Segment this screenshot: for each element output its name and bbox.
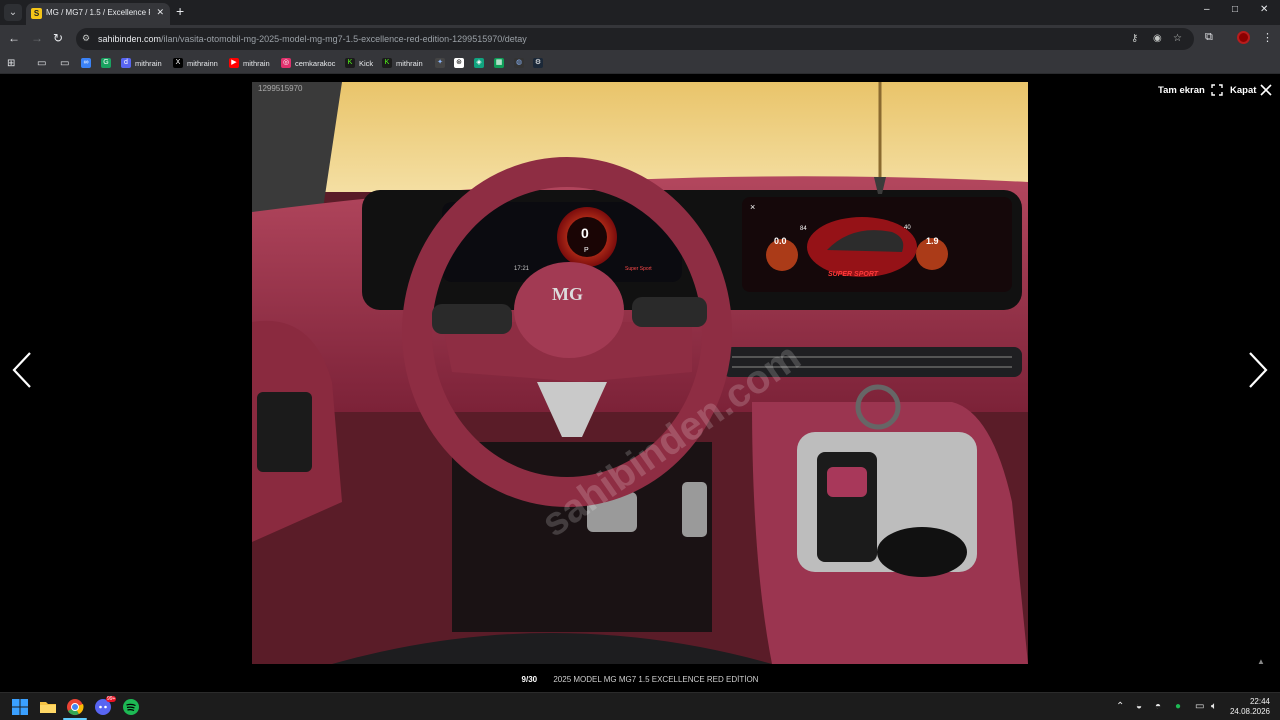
kick-icon: K bbox=[345, 58, 355, 68]
screen-top-left-value: 84 bbox=[800, 226, 807, 232]
gear-readout: P bbox=[584, 247, 589, 254]
site-info-icon[interactable]: ⚙ bbox=[82, 33, 93, 44]
network-icon[interactable]: ▭ bbox=[1195, 701, 1204, 712]
scroll-up-icon[interactable]: ▲ bbox=[1257, 657, 1265, 666]
maximize-button[interactable]: □ bbox=[1232, 4, 1238, 15]
x-icon: X bbox=[173, 58, 183, 68]
bookmarks-bar: ⊞ ▭ ▭ ∞ G d mithrain Xmithrainn ▶ mithrain… bbox=[0, 52, 1280, 74]
steam-tray-icon[interactable]: ◓ bbox=[1155, 701, 1161, 712]
discord-tray-icon[interactable]: ◒ bbox=[1136, 701, 1142, 712]
listing-title: 2025 MODEL MG MG7 1.5 EXCELLENCE RED EDİ… bbox=[553, 675, 759, 684]
photo-counter: 9/30 bbox=[521, 675, 538, 684]
apps-grid-icon[interactable]: ⊞ bbox=[7, 56, 15, 70]
discord-badge: 99+ bbox=[106, 696, 117, 702]
fullscreen-button[interactable]: Tam ekran bbox=[1158, 84, 1223, 96]
photo-id: 1299515970 bbox=[258, 84, 303, 93]
car-interior-image: MG 0 P 17:21 Super Sport 0.0 84 40 1.9 S… bbox=[252, 82, 1028, 664]
youtube-icon: ▶ bbox=[229, 58, 239, 68]
screen-right-value: 1.9 bbox=[926, 236, 939, 246]
volume-icon[interactable]: 🔈︎ bbox=[1211, 701, 1217, 712]
bookmark-item[interactable]: ◎ cemkarakoc bbox=[281, 56, 335, 70]
bookmark-star-icon[interactable]: ☆ bbox=[1173, 33, 1182, 44]
bookmark-item[interactable]: d mithrain bbox=[121, 56, 162, 70]
instagram-icon: ◎ bbox=[281, 58, 291, 68]
bookmark-shortcut-icon[interactable]: ⊛ bbox=[454, 56, 464, 70]
close-icon bbox=[1260, 84, 1272, 96]
system-clock[interactable]: 22:44 24.08.2026 bbox=[1230, 697, 1270, 717]
chrome-icon[interactable] bbox=[66, 698, 84, 716]
bookmark-item[interactable]: Xmithrainn bbox=[173, 56, 218, 70]
bookmark-item[interactable]: K Kick bbox=[345, 56, 373, 70]
previous-photo-arrow-icon[interactable] bbox=[11, 350, 33, 390]
discord-icon: d bbox=[121, 58, 131, 68]
photo-caption: 9/30 2025 MODEL MG MG7 1.5 EXCELLENCE RE… bbox=[0, 675, 1280, 684]
fullscreen-icon bbox=[1211, 84, 1223, 96]
tab-favicon-icon: S bbox=[31, 8, 42, 19]
close-window-button[interactable]: ✕ bbox=[1260, 4, 1268, 15]
windows-start-icon[interactable] bbox=[11, 698, 29, 716]
gallery-close-button[interactable]: Kapat bbox=[1230, 84, 1272, 96]
clock-date: 24.08.2026 bbox=[1229, 707, 1270, 716]
screen-left-value: 0.0 bbox=[774, 236, 787, 246]
bookmark-shortcut-icon[interactable]: ▦ bbox=[494, 56, 504, 70]
tracking-eye-icon[interactable]: ◉ bbox=[1153, 33, 1162, 44]
bookmark-shortcut-icon[interactable]: ◈ bbox=[474, 56, 484, 70]
taskbar: 99+ ⌃ ◒ ◓ ● ▭ 🔈︎ 22:44 24.08.2026 bbox=[0, 692, 1280, 720]
tab-title: MG / MG7 / 1.5 / Excellence Red Edition bbox=[46, 8, 150, 17]
bookmark-shortcut-icon[interactable]: G bbox=[101, 56, 111, 70]
kick-icon: K bbox=[382, 58, 392, 68]
tab-close-icon[interactable]: ✕ bbox=[156, 7, 164, 18]
bookmark-item[interactable]: ▶ mithrain bbox=[229, 56, 270, 70]
menu-kebab-icon[interactable]: ⋮ bbox=[1262, 31, 1273, 44]
url-text: sahibinden.com/ilan/vasita-otomobil-mg-2… bbox=[98, 34, 527, 44]
steam-icon[interactable]: ⚙ bbox=[533, 56, 543, 70]
screen-top-right-value: 40 bbox=[904, 225, 911, 231]
browser-toolbar: ← → ↻ ⚙ sahibinden.com/ilan/vasita-otomo… bbox=[0, 25, 1280, 52]
bookmark-shortcut-icon[interactable]: ✦ bbox=[435, 56, 445, 70]
bookmark-folder-icon[interactable]: ▭ bbox=[37, 56, 46, 70]
bookmark-folder-icon[interactable]: ▭ bbox=[60, 56, 69, 70]
clock-time: 22:44 bbox=[1249, 697, 1270, 706]
bookmark-shortcut-icon[interactable]: ∞ bbox=[81, 56, 91, 70]
forward-button[interactable]: → bbox=[31, 31, 43, 45]
reload-button[interactable]: ↻ bbox=[53, 31, 63, 45]
profile-avatar[interactable] bbox=[1237, 31, 1250, 44]
extensions-icon[interactable]: ⧉ bbox=[1205, 31, 1213, 44]
tab-strip: ⌄ S MG / MG7 / 1.5 / Excellence Red Edit… bbox=[0, 0, 1280, 25]
drive-mode-text: Super Sport bbox=[625, 266, 652, 272]
address-bar[interactable]: ⚙ sahibinden.com/ilan/vasita-otomobil-mg… bbox=[76, 28, 1194, 50]
password-key-icon[interactable]: ⚷ bbox=[1131, 33, 1138, 44]
listing-photo[interactable]: MG 0 P 17:21 Super Sport 0.0 84 40 1.9 S… bbox=[252, 82, 1028, 664]
tab-search-button[interactable]: ⌄ bbox=[4, 4, 22, 21]
new-tab-button[interactable]: + bbox=[176, 4, 184, 18]
bookmark-shortcut-icon[interactable]: ◍ bbox=[514, 56, 524, 70]
back-button[interactable]: ← bbox=[8, 31, 20, 45]
next-photo-arrow-icon[interactable] bbox=[1247, 350, 1269, 390]
cluster-clock: 17:21 bbox=[514, 266, 530, 272]
file-explorer-icon[interactable] bbox=[39, 698, 57, 716]
screen-banner: SUPER SPORT bbox=[828, 271, 879, 278]
tray-overflow-icon[interactable]: ⌃ bbox=[1116, 701, 1124, 712]
speed-readout: 0 bbox=[581, 225, 589, 241]
spotify-icon[interactable] bbox=[122, 698, 140, 716]
browser-tab[interactable]: S MG / MG7 / 1.5 / Excellence Red Editio… bbox=[26, 3, 170, 25]
spotify-tray-icon[interactable]: ● bbox=[1175, 701, 1181, 712]
mg-logo: MG bbox=[552, 284, 583, 304]
bookmark-item[interactable]: Kmithrain bbox=[382, 56, 423, 70]
minimize-button[interactable]: – bbox=[1204, 4, 1210, 15]
photo-close-icon: × bbox=[750, 202, 755, 212]
